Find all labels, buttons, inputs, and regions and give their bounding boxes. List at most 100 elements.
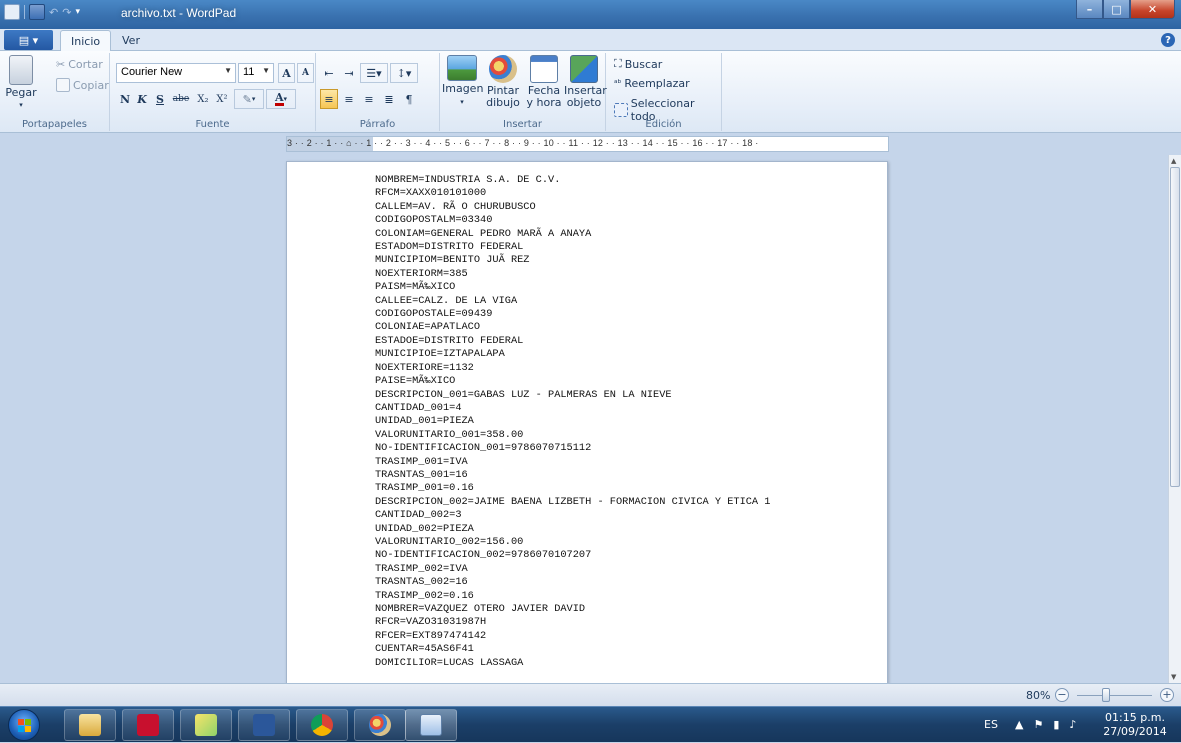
document-line[interactable]: RFCER=EXT897474142 [375,630,770,643]
underline-button[interactable]: S [153,89,167,109]
paste-dropdown-icon[interactable]: ▾ [4,99,38,111]
document-line[interactable]: RFCM=XAXX010101000 [375,187,770,200]
document-page[interactable]: NOMBREM=INDUSTRIA S.A. DE C.V. RFCM=XAXX0… [286,161,888,683]
document-line[interactable]: CALLEM=AV. RÃ O CHURUBUSCO [375,201,770,214]
action-center-icon[interactable]: ⚑ [1033,718,1043,731]
justify-icon[interactable]: ≣ [380,89,398,109]
document-line[interactable]: NOEXTERIORE=1132 [375,362,770,375]
paint-drawing-button[interactable]: Pintar dibujo [482,55,524,109]
scroll-down-icon[interactable]: ▼ [1171,673,1176,681]
redo-icon[interactable]: ↷ [62,6,71,19]
copy-button[interactable]: Copiar [56,78,109,92]
document-line[interactable]: DOMICILIOR=LUCAS LASSAGA [375,657,770,670]
align-center-icon[interactable]: ≡ [340,89,358,109]
zoom-in-button[interactable]: + [1160,688,1174,702]
font-color-button[interactable]: A ▾ [266,89,296,109]
document-line[interactable]: CALLEE=CALZ. DE LA VIGA [375,295,770,308]
italic-button[interactable]: K [135,89,149,109]
document-line[interactable]: COLONIAE=APATLACO [375,321,770,334]
document-line[interactable]: VALORUNITARIO_001=358.00 [375,429,770,442]
language-indicator[interactable]: ES [984,718,998,731]
paragraph-settings-icon[interactable]: ¶ [400,89,418,109]
undo-icon[interactable]: ↶ [49,6,58,19]
document-line[interactable]: MUNICIPIOM=BENITO JUÃ REZ [375,254,770,267]
increase-indent-icon[interactable]: ⇥ [340,63,358,83]
network-icon[interactable]: ▮ [1053,718,1059,731]
cut-button[interactable]: ✂ Cortar [56,58,103,71]
document-line[interactable]: DESCRIPCION_002=JAIME BAENA LIZBETH - FO… [375,496,770,509]
font-size-select[interactable]: 11 ▼ [238,63,274,83]
clock[interactable]: 01:15 p.m. 27/09/2014 [1099,711,1171,739]
taskbar-paint[interactable] [354,709,406,741]
volume-icon[interactable]: ♪ [1069,718,1076,731]
save-icon[interactable] [29,4,45,20]
tab-inicio[interactable]: Inicio [60,30,112,52]
tab-ver[interactable]: Ver [112,30,150,52]
document-line[interactable]: TRASNTAS_002=16 [375,576,770,589]
taskbar-sticky-notes[interactable] [180,709,232,741]
image-button[interactable]: Imagen ▾ [442,55,483,108]
vertical-scrollbar[interactable]: ▲ ▼ [1168,155,1181,683]
highlight-color-button[interactable]: ✎ ▾ [234,89,264,109]
taskbar-chrome[interactable] [296,709,348,741]
scrollbar-thumb[interactable] [1170,167,1180,487]
align-right-icon[interactable]: ≡ [360,89,378,109]
subscript-button[interactable]: X₂ [194,89,212,109]
document-line[interactable]: PAISM=MÃ‰XICO [375,281,770,294]
decrease-indent-icon[interactable]: ⇤ [320,63,338,83]
document-line[interactable]: CUENTAR=45AS6F41 [375,643,770,656]
taskbar-wordpad[interactable] [405,709,457,741]
document-line[interactable]: NOMBRER=VAZQUEZ OTERO JAVIER DAVID [375,603,770,616]
document-line[interactable]: COLONIAM=GENERAL PEDRO MARÃ A ANAYA [375,228,770,241]
strikethrough-button[interactable]: abe [170,89,192,109]
taskbar-explorer[interactable] [64,709,116,741]
document-line[interactable]: TRASIMP_001=0.16 [375,482,770,495]
document-line[interactable]: VALORUNITARIO_002=156.00 [375,536,770,549]
document-line[interactable]: NOMBREM=INDUSTRIA S.A. DE C.V. [375,174,770,187]
document-line[interactable]: DESCRIPCION_001=GABAS LUZ - PALMERAS EN … [375,389,770,402]
zoom-slider-thumb[interactable] [1102,688,1110,702]
close-button[interactable]: ✕ [1130,0,1175,19]
document-line[interactable]: TRASNTAS_001=16 [375,469,770,482]
align-left-icon[interactable]: ≡ [320,89,338,109]
document-line[interactable]: RFCR=VAZO31031987H [375,616,770,629]
bullets-icon[interactable]: ☰▾ [360,63,388,83]
document-line[interactable]: MUNICIPIOE=IZTAPALAPA [375,348,770,361]
document-line[interactable]: NOEXTERIORM=385 [375,268,770,281]
zoom-slider-track[interactable] [1077,695,1152,696]
line-spacing-icon[interactable]: ↕▾ [390,63,418,83]
document-line[interactable]: PAISE=MÃ‰XICO [375,375,770,388]
document-line[interactable]: CANTIDAD_002=3 [375,509,770,522]
font-family-select[interactable]: Courier New ▼ [116,63,236,83]
taskbar-acrobat[interactable] [122,709,174,741]
superscript-button[interactable]: X² [213,89,231,109]
paste-button[interactable]: Pegar ▾ [4,55,38,111]
document-line[interactable]: TRASIMP_002=0.16 [375,590,770,603]
date-time-button[interactable]: Fecha y hora [524,55,564,109]
shrink-font-button[interactable]: A [297,63,314,83]
replace-button[interactable]: ᵃᵇ Reemplazar [614,77,690,90]
horizontal-ruler[interactable]: 3 · · 2 · · 1 · · ⌂ · · 1 · · 2 · · 3 · … [286,136,889,152]
document-line[interactable]: ESTADOE=DISTRITO FEDERAL [375,335,770,348]
app-menu-button[interactable]: ▤ ▾ [4,30,53,50]
help-icon[interactable]: ? [1161,33,1175,47]
document-line[interactable]: NO-IDENTIFICACION_001=9786070715112 [375,442,770,455]
document-line[interactable]: UNIDAD_001=PIEZA [375,415,770,428]
maximize-button[interactable]: □ [1103,0,1130,19]
document-line[interactable]: NO-IDENTIFICACION_002=9786070107207 [375,549,770,562]
document-line[interactable]: CODIGOPOSTALE=09439 [375,308,770,321]
document-line[interactable]: CANTIDAD_001=4 [375,402,770,415]
taskbar-word[interactable] [238,709,290,741]
grow-font-button[interactable]: A [278,63,295,83]
bold-button[interactable]: N [118,89,132,109]
tray-expand-icon[interactable]: ▲ [1015,718,1023,731]
document-line[interactable]: ESTADOM=DISTRITO FEDERAL [375,241,770,254]
document-line[interactable]: UNIDAD_002=PIEZA [375,523,770,536]
document-line[interactable]: TRASIMP_002=IVA [375,563,770,576]
document-line[interactable]: TRASIMP_001=IVA [375,456,770,469]
wordpad-app-icon[interactable] [4,4,20,20]
find-button[interactable]: ⛶ Buscar [614,57,662,71]
scroll-up-icon[interactable]: ▲ [1171,157,1176,165]
start-button[interactable] [8,709,40,741]
minimize-button[interactable]: – [1076,0,1103,19]
